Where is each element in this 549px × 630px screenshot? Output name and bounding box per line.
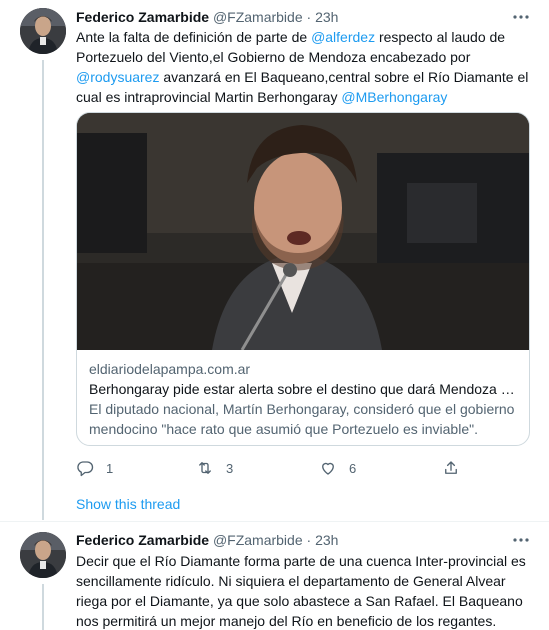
retweet-count: 3 [226,460,234,476]
author-handle[interactable]: @FZamarbide [213,9,303,25]
link-card[interactable]: eldiariodelapampa.com.ar Berhongaray pid… [76,112,530,446]
retweet-button[interactable]: 3 [196,458,233,478]
reply-count: 1 [106,460,114,476]
more-icon[interactable] [511,8,531,26]
tweet-text: Decir que el Río Diamante forma parte de… [76,553,526,629]
reply-button[interactable]: 1 [76,458,113,478]
like-button[interactable]: 6 [319,458,356,478]
heart-icon [322,462,334,475]
card-domain: eldiariodelapampa.com.ar [89,361,251,377]
tweet-header: Federico Zamarbide @FZamarbide · 23h [76,531,338,549]
show-thread-link[interactable]: Show this thread [76,494,180,514]
tweet[interactable]: Federico Zamarbide @FZamarbide · 23h Ant… [0,0,549,522]
tweet-header: Federico Zamarbide @FZamarbide · 23h [76,8,338,26]
separator-dot: · [306,9,312,25]
tweet-text: Ante la falta de definición de parte de … [76,27,536,107]
author-name[interactable]: Federico Zamarbide [76,532,209,548]
mention-link[interactable]: @rodysuarez [76,69,159,85]
tweet-text-segment: Ante la falta de definición de parte de [76,29,312,45]
card-image[interactable] [77,113,529,351]
share-icon [445,461,457,474]
separator-dot: · [306,532,312,548]
card-meta: eldiariodelapampa.com.ar Berhongaray pid… [89,359,519,439]
retweet-icon [199,462,211,474]
tweet-actions: 1 3 6 [76,458,536,478]
like-count: 6 [349,460,357,476]
card-title[interactable]: Berhongaray pide estar alerta sobre el d… [89,379,519,399]
more-icon[interactable] [511,531,531,549]
card-description: El diputado nacional, Martín Berhongaray… [89,401,515,437]
thread-line [42,60,44,520]
author-name[interactable]: Federico Zamarbide [76,9,209,25]
timestamp[interactable]: 23h [315,532,338,548]
avatar[interactable] [20,532,66,578]
author-handle[interactable]: @FZamarbide [213,532,303,548]
timestamp[interactable]: 23h [315,9,338,25]
mention-link[interactable]: @alferdez [311,29,375,45]
thread-line [42,584,44,630]
share-button[interactable] [442,458,460,478]
reply-icon [77,461,94,477]
avatar[interactable] [20,8,66,54]
mention-link[interactable]: @MBerhongaray [341,89,447,105]
tweet[interactable]: Federico Zamarbide @FZamarbide · 23h Dec… [0,522,549,630]
